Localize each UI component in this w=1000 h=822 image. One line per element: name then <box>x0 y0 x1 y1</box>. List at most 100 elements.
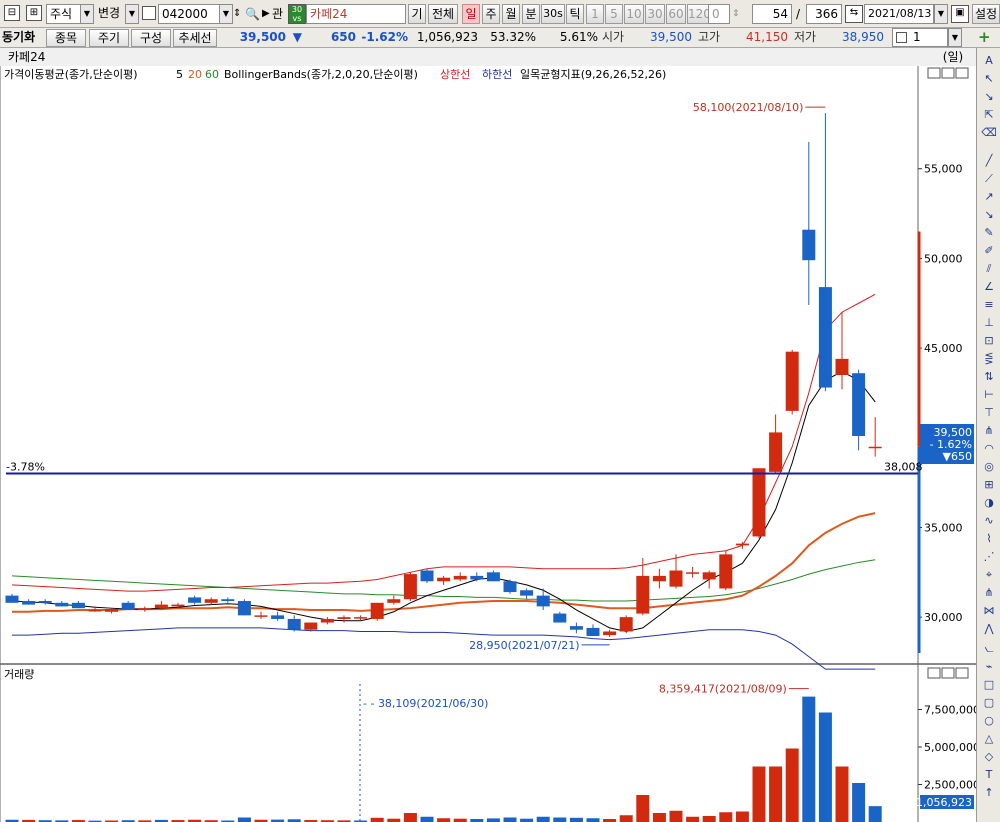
period-day-button[interactable]: 일 <box>462 4 480 24</box>
code-dropdown-icon[interactable]: ▼ <box>219 4 233 24</box>
bb-legend[interactable]: BollingerBands(종가,2,0,20,단순이평) <box>224 68 418 81</box>
interval-60-button[interactable]: 60 <box>666 4 686 24</box>
period-tick-button[interactable]: 틱 <box>566 4 584 24</box>
layout-button[interactable]: 구성 <box>131 29 171 47</box>
text-cursor-icon[interactable]: A <box>980 52 998 69</box>
all-button[interactable]: 전체 <box>428 4 458 24</box>
date-dropdown-icon[interactable]: ▼ <box>934 4 948 24</box>
interval-120-button[interactable]: 120 <box>687 4 709 24</box>
trendline-button[interactable]: 추세선 <box>173 29 217 47</box>
save-layout-icon[interactable]: ⊞ <box>26 5 42 21</box>
cursor-alt-icon[interactable]: ↘ <box>980 88 998 105</box>
price-panel-controls[interactable] <box>927 67 969 79</box>
ellipse-icon[interactable]: ◑ <box>980 494 998 511</box>
period-30s-button[interactable]: 30s <box>541 4 565 24</box>
relation-button[interactable]: 관 <box>272 4 283 24</box>
k-button[interactable]: 기 <box>408 4 426 24</box>
display-count-input[interactable]: 54 <box>752 4 792 24</box>
diagonal-icon[interactable]: ↘ <box>980 206 998 223</box>
window-menu-icon[interactable]: ⊟ <box>4 5 20 21</box>
diamond-icon[interactable]: ◇ <box>980 748 998 765</box>
arrow-up-icon[interactable]: ↑ <box>980 784 998 801</box>
speed-icon[interactable]: ⋰ <box>980 548 998 565</box>
panel-close-icon[interactable] <box>955 67 969 79</box>
pitchfork-icon[interactable]: ⋔ <box>980 584 998 601</box>
pen-icon[interactable]: ✐ <box>980 242 998 259</box>
stock-code-input[interactable]: 042000 <box>158 4 220 24</box>
volume-close-icon[interactable] <box>955 667 969 679</box>
period-minute-button[interactable]: 분 <box>522 4 540 24</box>
chart-canvas[interactable]: 카페24 (일) 가격이동평균(종가,단순이평) 5 20 60 Bolling… <box>0 48 976 822</box>
volume-title[interactable]: 거래량 <box>4 668 34 681</box>
panel-minimize-icon[interactable] <box>927 67 941 79</box>
vs-icon[interactable]: 30 vs <box>288 4 306 24</box>
pattern-icon[interactable]: ⋀ <box>980 620 998 637</box>
period-icon[interactable]: ⊤ <box>980 404 998 421</box>
zigzag-icon[interactable]: ⋚ <box>980 350 998 367</box>
chart-count-dropdown-icon[interactable]: ▼ <box>948 28 962 47</box>
market-dropdown-icon[interactable]: ▼ <box>80 4 94 24</box>
code-checkbox[interactable] <box>142 6 156 20</box>
harmonic-icon[interactable]: ⋈ <box>980 602 998 619</box>
play-icon[interactable]: ▶ <box>262 4 270 24</box>
spiral-icon[interactable]: ◎ <box>980 458 998 475</box>
period-week-button[interactable]: 주 <box>482 4 500 24</box>
change-label[interactable]: 변경 <box>95 4 125 24</box>
date-input[interactable]: 2021/08/13 <box>864 4 934 24</box>
box-icon[interactable]: ⊡ <box>980 332 998 349</box>
ray-icon[interactable]: ⟋ <box>980 170 998 187</box>
spin-icon[interactable]: ⇕ <box>233 4 241 24</box>
text-tool-icon[interactable]: T <box>980 766 998 783</box>
marker-icon[interactable]: ✎ <box>980 224 998 241</box>
target-icon[interactable]: ⌖ <box>980 566 998 583</box>
fibonacci-icon[interactable]: ⇅ <box>980 368 998 385</box>
rectangle-icon[interactable]: □ <box>980 676 998 693</box>
arrow-line-icon[interactable]: ↗ <box>980 188 998 205</box>
ma-legend[interactable]: 가격이동평균(종가,단순이평) <box>4 68 138 81</box>
fan-icon[interactable]: ⋔ <box>980 422 998 439</box>
gann-icon[interactable]: ⊢ <box>980 386 998 403</box>
save-icon[interactable]: ▣ <box>951 5 969 23</box>
arc-icon[interactable]: ◠ <box>980 440 998 457</box>
add-chart-icon[interactable]: + <box>978 27 991 47</box>
wave-icon[interactable]: ∿ <box>980 512 998 529</box>
interval-10-button[interactable]: 10 <box>624 4 644 24</box>
volume-minimize-icon[interactable] <box>927 667 941 679</box>
volume-panel-controls[interactable] <box>927 667 969 679</box>
search-icon[interactable]: 🔍 <box>245 4 260 24</box>
circle-icon[interactable]: ○ <box>980 712 998 729</box>
period-month-button[interactable]: 월 <box>502 4 520 24</box>
line-icon[interactable]: ╱ <box>980 152 998 169</box>
volume-maximize-icon[interactable] <box>941 667 955 679</box>
select-all-icon[interactable]: ⇱ <box>980 106 998 123</box>
interval-5-button[interactable]: 5 <box>605 4 623 24</box>
eraser-icon[interactable]: ⌫ <box>980 124 998 141</box>
market-select[interactable]: 주식 <box>46 4 82 24</box>
ichimoku-legend[interactable]: 일목균형지표(9,26,26,52,26) <box>520 67 666 81</box>
cycle-icon[interactable]: ⌇ <box>980 530 998 547</box>
sync-label[interactable]: 동기화 <box>2 27 35 47</box>
interval-input[interactable]: 0 <box>708 4 730 24</box>
interval-1-button[interactable]: 1 <box>586 4 604 24</box>
trend-angle-icon[interactable]: ⦦ <box>980 640 998 657</box>
cursor-icon[interactable]: ↖ <box>980 70 998 87</box>
rounded-rect-icon[interactable]: ▢ <box>980 694 998 711</box>
parallel-icon[interactable]: ⫽ <box>980 260 998 277</box>
angle-icon[interactable]: ∠ <box>980 278 998 295</box>
panel-maximize-icon[interactable] <box>941 67 955 79</box>
grid-icon[interactable]: ⊞ <box>980 476 998 493</box>
chart-count-select[interactable]: 1 <box>892 28 948 47</box>
zoom-toggle-icon[interactable]: ⇆ <box>845 5 863 23</box>
item-button[interactable]: 종목 <box>46 29 86 47</box>
interval-30-button[interactable]: 30 <box>645 4 665 24</box>
interval-spin-icon[interactable]: ⇕ <box>732 4 740 24</box>
candle-body <box>55 602 69 607</box>
period-button[interactable]: 주기 <box>89 29 129 47</box>
settings-button[interactable]: 설정 <box>972 4 1000 24</box>
channel-icon[interactable]: ≡ <box>980 296 998 313</box>
triangle-icon[interactable]: △ <box>980 730 998 747</box>
stock-name-field[interactable]: 카페24 <box>306 4 406 24</box>
vertical-line-icon[interactable]: ⊥ <box>980 314 998 331</box>
polyline-icon[interactable]: ⌁ <box>980 658 998 675</box>
change-dropdown-icon[interactable]: ▼ <box>125 4 139 24</box>
